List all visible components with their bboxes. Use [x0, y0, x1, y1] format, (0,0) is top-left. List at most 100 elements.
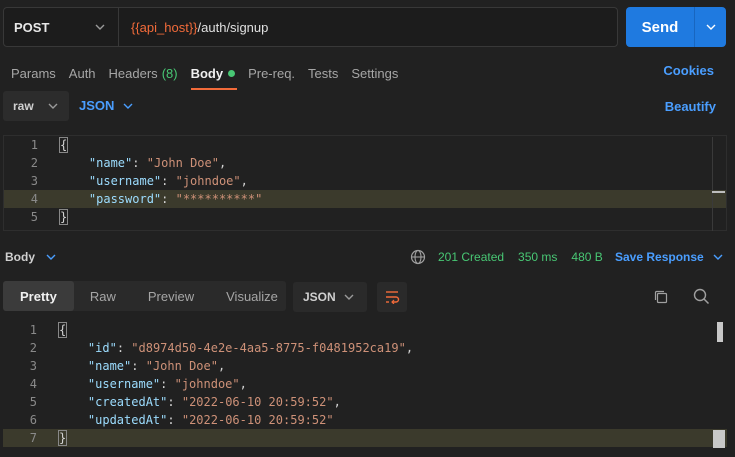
- send-button[interactable]: Send: [626, 7, 694, 47]
- json-punct: ,: [405, 341, 414, 355]
- line-number: 1: [29, 323, 37, 337]
- response-body-toggle[interactable]: Body: [5, 250, 57, 264]
- tab-auth[interactable]: Auth: [69, 62, 96, 84]
- code-line: 5 "createdAt": "2022-06-10 20:59:52",: [3, 393, 727, 411]
- response-section-label: Body: [5, 250, 35, 264]
- response-scrollbar-thumb[interactable]: [717, 322, 723, 342]
- tab-tests[interactable]: Tests: [308, 62, 338, 84]
- request-tabs: Params Auth Headers (8) Body Pre-req. Tes…: [11, 62, 411, 90]
- response-status: 201 Created 350 ms 480 B: [438, 250, 603, 264]
- cookies-link[interactable]: Cookies: [663, 63, 714, 78]
- tab-preview[interactable]: Preview: [132, 281, 210, 311]
- line-number: 1: [30, 138, 38, 152]
- line-number: 5: [30, 210, 38, 224]
- json-key: "name": [87, 359, 132, 373]
- chevron-down-icon: [705, 21, 717, 33]
- line-number: 3: [30, 174, 38, 188]
- line-number: 2: [30, 156, 38, 170]
- editor-scrollbar[interactable]: [712, 137, 725, 231]
- json-value: "2022-06-10 20:59:52": [181, 413, 334, 427]
- globe-icon[interactable]: [410, 249, 426, 265]
- line-number: 2: [29, 341, 37, 355]
- response-format-select[interactable]: JSON: [293, 282, 367, 312]
- url-path: /auth/signup: [197, 19, 269, 35]
- chevron-down-icon: [94, 21, 106, 33]
- response-size[interactable]: 480 B: [571, 250, 602, 264]
- json-punct: ,: [240, 174, 248, 188]
- line-number: 6: [29, 413, 37, 427]
- json-key: "createdAt": [87, 395, 168, 409]
- tab-visualize[interactable]: Visualize: [210, 281, 294, 311]
- search-icon[interactable]: [693, 288, 710, 305]
- code-line: 5 }: [4, 208, 726, 226]
- json-value: "John Doe": [146, 156, 219, 170]
- code-line-active: 7 }: [3, 429, 727, 447]
- send-button-group: Send: [626, 7, 726, 47]
- beautify-link[interactable]: Beautify: [665, 99, 716, 114]
- json-punct: ,: [239, 377, 247, 391]
- code-line: 1 {: [3, 321, 727, 339]
- json-value: "John Doe": [145, 359, 218, 373]
- code-brace: {: [58, 137, 69, 153]
- status-code[interactable]: 201 Created: [438, 250, 504, 264]
- json-key: "password": [88, 192, 162, 206]
- tab-pre-request[interactable]: Pre-req.: [248, 62, 295, 84]
- line-number: 5: [29, 395, 37, 409]
- method-label: POST: [14, 19, 50, 35]
- line-number: 7: [29, 431, 37, 445]
- json-value: "**********": [175, 192, 263, 206]
- tab-settings[interactable]: Settings: [351, 62, 398, 84]
- code-brace: }: [57, 430, 68, 446]
- body-mode-label: raw: [13, 99, 34, 113]
- code-line: 2 "id": "d8974d50-4e2e-4aa5-8775-f048195…: [3, 339, 727, 357]
- tab-raw[interactable]: Raw: [74, 281, 132, 311]
- tab-pretty[interactable]: Pretty: [3, 281, 74, 311]
- url-input[interactable]: {{api_host}}/auth/signup: [119, 8, 617, 46]
- json-value: "johndoe": [175, 174, 241, 188]
- code-line-active: 4 "password": "**********": [4, 190, 726, 208]
- response-body-viewer[interactable]: 1 { 2 "id": "d8974d50-4e2e-4aa5-8775-f04…: [3, 321, 727, 457]
- json-value: "d8974d50-4e2e-4aa5-8775-f0481952ca19": [131, 341, 406, 355]
- json-key: "name": [88, 156, 133, 170]
- save-response-button[interactable]: Save Response: [615, 250, 724, 264]
- tab-label: Body: [190, 65, 224, 81]
- code-brace: }: [58, 209, 69, 225]
- code-line: 4 "username": "johndoe",: [3, 375, 727, 393]
- tab-headers[interactable]: Headers (8): [109, 62, 178, 84]
- tab-label: Params: [11, 65, 56, 81]
- method-select[interactable]: POST: [4, 8, 119, 46]
- body-mode-select[interactable]: raw: [3, 91, 69, 121]
- tab-label: Pre-req.: [248, 65, 296, 81]
- json-key: "id": [87, 341, 117, 355]
- chevron-down-icon: [343, 291, 355, 303]
- save-response-label: Save Response: [615, 250, 704, 264]
- code-line: 6 "updatedAt": "2022-06-10 20:59:52": [3, 411, 727, 429]
- url-bar: POST {{api_host}}/auth/signup: [3, 7, 618, 47]
- wrap-lines-icon: [386, 291, 400, 304]
- json-punct: ,: [333, 395, 341, 409]
- tab-label: Settings: [351, 65, 399, 81]
- body-indicator-dot: [228, 69, 236, 77]
- editor-scrollbar-thumb[interactable]: [712, 191, 725, 193]
- line-number: 3: [29, 359, 37, 373]
- line-number: 4: [29, 377, 37, 391]
- json-key: "username": [88, 174, 162, 188]
- tab-body[interactable]: Body: [190, 62, 237, 90]
- tab-label: Auth: [68, 65, 96, 81]
- tab-label: Tests: [308, 65, 339, 81]
- copy-icon[interactable]: [653, 289, 669, 305]
- json-punct: ,: [217, 359, 226, 373]
- body-format-select[interactable]: JSON: [79, 98, 134, 113]
- line-number: 4: [30, 192, 38, 206]
- body-format-label: JSON: [79, 98, 115, 113]
- chevron-down-icon: [47, 100, 59, 112]
- tab-params[interactable]: Params: [11, 62, 56, 84]
- send-options-button[interactable]: [694, 7, 726, 47]
- request-body-editor[interactable]: 1 { 2 "name": "John Doe", 3 "username": …: [3, 135, 727, 231]
- response-scrollbar-thumb-bottom[interactable]: [713, 430, 725, 448]
- wrap-lines-button[interactable]: [377, 282, 407, 312]
- url-variable: {{api_host}}: [131, 19, 198, 35]
- response-view-tabs: Pretty Raw Preview Visualize: [3, 281, 286, 311]
- response-time[interactable]: 350 ms: [518, 250, 557, 264]
- code-line: 2 "name": "John Doe",: [4, 154, 726, 172]
